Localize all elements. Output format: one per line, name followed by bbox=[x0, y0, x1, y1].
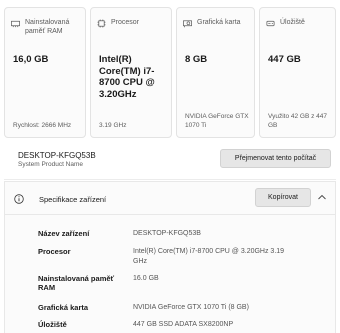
rename-pc-button[interactable]: Přejmenovat tento počítač bbox=[220, 149, 331, 168]
card-label: Grafická karta bbox=[197, 19, 241, 26]
hardware-summary-cards: Nainstalovaná paměť RAM 16,0 GB Rychlost… bbox=[4, 7, 336, 138]
card-graphics: Grafická karta 8 GB NVIDIA GeForce GTX 1… bbox=[176, 7, 255, 138]
card-footer: NVIDIA GeForce GTX 1070 Ti bbox=[185, 113, 249, 129]
storage-icon bbox=[266, 20, 275, 27]
spec-value: Intel(R) Core(TM) i7-8700 CPU @ 3.20GHz … bbox=[133, 248, 285, 265]
card-processor: Procesor Intel(R) Core(TM) i7-8700 CPU @… bbox=[90, 7, 172, 138]
card-header: Úložiště bbox=[266, 18, 331, 28]
specs-title: Specifikace zařízení bbox=[39, 195, 107, 204]
card-ram: Nainstalovaná paměť RAM 16,0 GB Rychlost… bbox=[4, 7, 86, 138]
info-icon bbox=[14, 194, 24, 204]
processor-icon bbox=[97, 19, 106, 28]
spec-value: 447 GB SSD ADATA SX8200NP bbox=[133, 321, 234, 328]
card-value: 16,0 GB bbox=[13, 54, 49, 65]
spec-key: Nainstalovaná paměť RAM bbox=[38, 274, 115, 292]
device-specs-panel: Specifikace zařízení Kopírovat Název zař… bbox=[4, 181, 336, 333]
spec-key: Úložiště bbox=[38, 320, 67, 329]
card-header: Nainstalovaná paměť RAM bbox=[11, 18, 81, 36]
spec-key: Grafická karta bbox=[38, 303, 89, 312]
card-value: 8 GB bbox=[185, 54, 208, 65]
card-label: Nainstalovaná paměť RAM bbox=[25, 19, 70, 35]
ram-icon bbox=[11, 20, 20, 28]
spec-value: DESKTOP-KFGQ53B bbox=[133, 230, 201, 237]
card-header: Grafická karta bbox=[183, 18, 250, 28]
spec-value: NVIDIA GeForce GTX 1070 Ti (8 GB) bbox=[133, 304, 249, 311]
device-name-section: DESKTOP-KFGQ53B System Product Name Přej… bbox=[4, 141, 336, 180]
card-label: Úložiště bbox=[280, 19, 305, 26]
card-footer: Rychlost: 2666 MHz bbox=[13, 121, 72, 129]
card-footer: 3.19 GHz bbox=[99, 121, 127, 129]
chevron-up-icon[interactable] bbox=[317, 193, 327, 201]
card-footer: Využito 42 GB z 447 GB bbox=[268, 113, 328, 129]
spec-value: 16.0 GB bbox=[133, 275, 159, 282]
card-label: Procesor bbox=[111, 19, 140, 26]
card-storage: Úložiště 447 GB Využito 42 GB z 447 GB bbox=[259, 7, 336, 138]
device-name: DESKTOP-KFGQ53B bbox=[18, 151, 96, 160]
card-value: Intel(R) Core(TM) i7-8700 CPU @ 3.20GHz bbox=[99, 54, 155, 100]
device-product-name: System Product Name bbox=[18, 161, 84, 168]
copy-button[interactable]: Kopírovat bbox=[255, 188, 311, 207]
spec-key: Procesor bbox=[38, 247, 71, 256]
card-header: Procesor bbox=[97, 18, 167, 28]
card-value: 447 GB bbox=[268, 54, 301, 65]
spec-key: Název zařízení bbox=[38, 229, 90, 238]
graphics-card-icon bbox=[183, 20, 192, 28]
specs-header[interactable]: Specifikace zařízení Kopírovat bbox=[5, 182, 335, 215]
